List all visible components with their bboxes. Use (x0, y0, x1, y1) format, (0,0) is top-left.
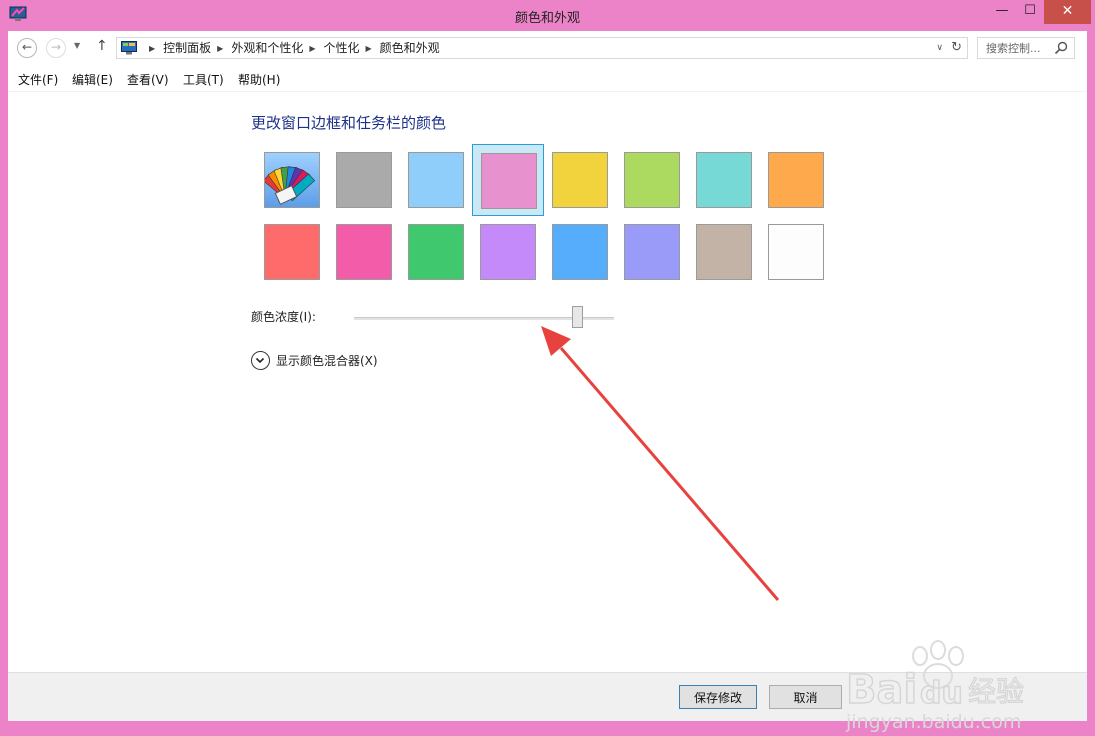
window-title: 颜色和外观 (514, 11, 580, 26)
title-bar: 颜色和外观 — ☐ ✕ (0, 0, 1095, 32)
svg-text:jingyan.baidu.com: jingyan.baidu.com (845, 711, 1021, 733)
svg-text:经验: 经验 (968, 675, 1024, 708)
maximize-button[interactable]: ☐ (1016, 0, 1044, 24)
svg-text:du: du (920, 676, 963, 711)
window: 颜色和外观 — ☐ ✕ ← → ▼ ↑ ▶ 控制面板 ▶ 外观和个性化 ▶ 个性化 ▶ 颜色和… (0, 0, 1095, 733)
red-annotation-arrow (541, 326, 780, 601)
svg-text:Bai: Bai (846, 667, 917, 713)
client-area: ← → ▼ ↑ ▶ 控制面板 ▶ 外观和个性化 ▶ 个性化 ▶ 颜色和外观 ∨ ↻ (8, 31, 1087, 733)
baidu-jingyan-watermark: Bai du 经验 jingyan.baidu.com (845, 640, 1025, 733)
close-button[interactable]: ✕ (1044, 0, 1091, 24)
cancel-button[interactable]: 取消 (769, 685, 842, 709)
minimize-button[interactable]: — (988, 0, 1016, 24)
save-changes-button[interactable]: 保存修改 (679, 685, 757, 709)
